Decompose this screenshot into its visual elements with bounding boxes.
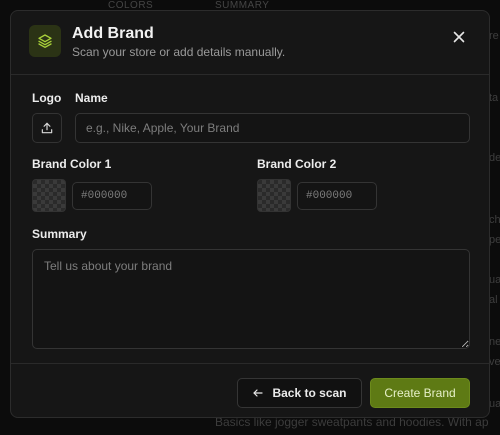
arrow-left-icon [253,389,264,397]
summary-textarea[interactable] [32,249,470,349]
background-text-fragment: ne [489,336,500,348]
brand-color-1-input[interactable] [72,182,152,210]
name-label: Name [75,91,108,105]
dialog-header: Add Brand Scan your store or add details… [11,11,489,75]
brand-color-2-label: Brand Color 2 [257,157,337,171]
logo-upload-button[interactable] [32,113,62,143]
back-to-scan-label: Back to scan [272,386,347,400]
background-text-fragment: ua [489,398,500,410]
background-text-fragment: ual [489,274,500,286]
create-brand-button[interactable]: Create Brand [370,378,470,408]
brand-color-2-input[interactable] [297,182,377,210]
back-to-scan-button[interactable]: Back to scan [237,378,362,408]
background-tab-strip: COLORS SUMMARY [0,0,500,11]
background-text-fragment: pe [489,234,500,246]
brand-color-2-swatch[interactable] [257,179,291,212]
brand-color-1-swatch[interactable] [32,179,66,212]
background-text-fragment: al [489,294,498,306]
background-text-fragment: ve [489,356,500,368]
layers-icon [29,25,61,57]
logo-label: Logo [32,91,62,105]
dialog-footer: Back to scan Create Brand [11,363,489,417]
background-text-fragment: ta [489,92,499,104]
background-text-fragment: de [489,152,500,164]
close-button[interactable] [449,27,469,47]
create-brand-label: Create Brand [384,386,456,400]
dialog-title: Add Brand [72,25,154,42]
add-brand-dialog: Add Brand Scan your store or add details… [10,10,490,418]
background-text-fragment: re [489,30,499,42]
brand-name-input[interactable] [75,113,470,143]
background-text-fragment: ch [489,214,500,226]
upload-icon [41,122,53,134]
dialog-subtitle: Scan your store or add details manually. [72,45,286,59]
close-icon [453,31,465,43]
summary-label: Summary [32,227,87,241]
brand-color-1-label: Brand Color 1 [32,157,112,171]
